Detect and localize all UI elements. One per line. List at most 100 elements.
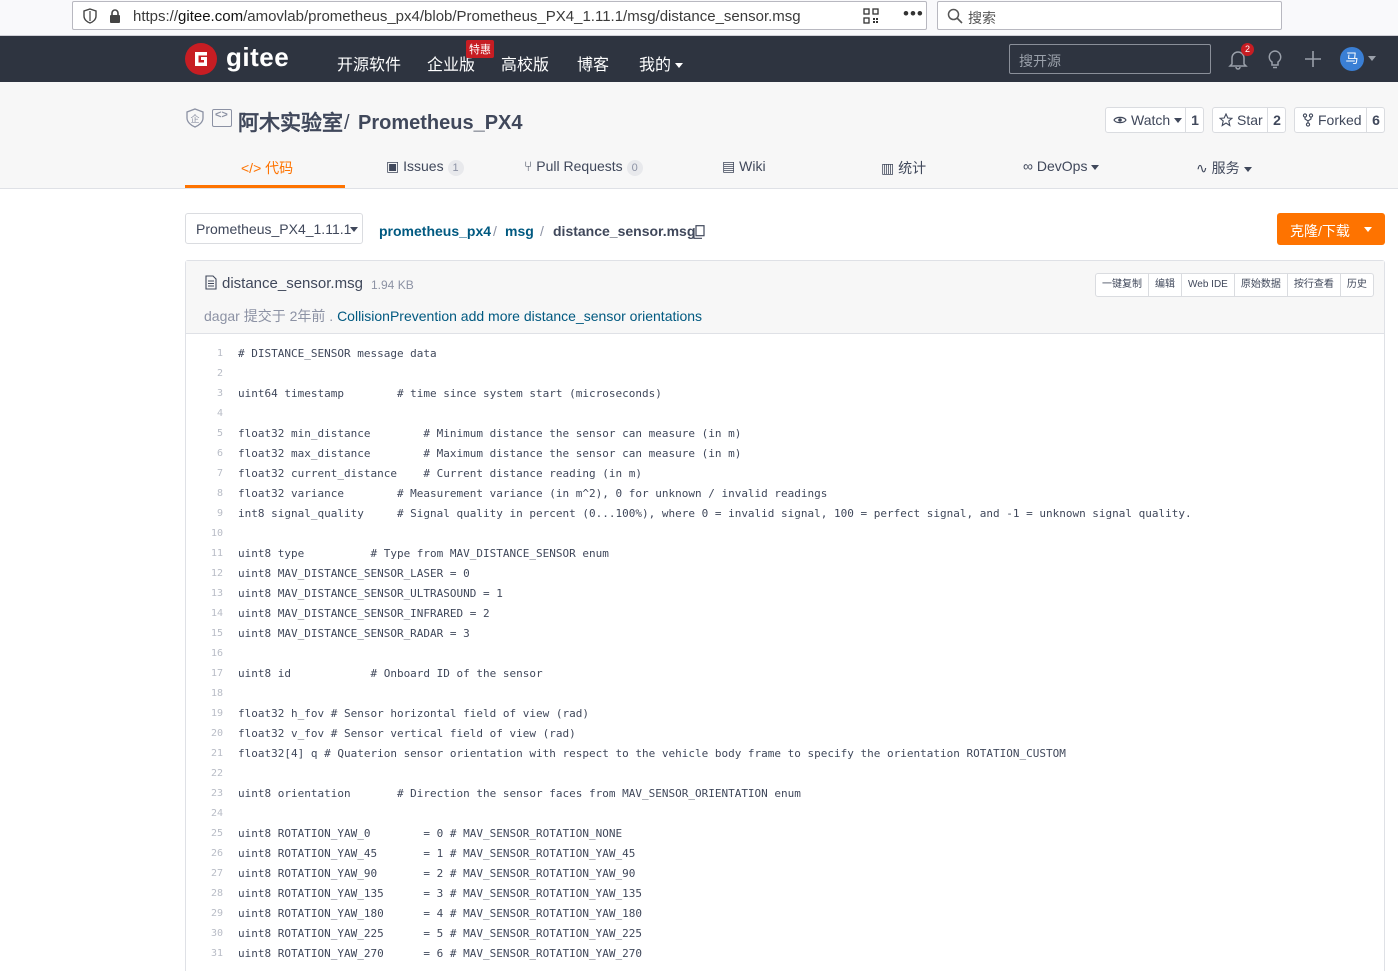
- line-number[interactable]: 28: [186, 888, 223, 899]
- site-search-input[interactable]: 搜开源: [1009, 44, 1211, 74]
- line-content: float32 v_fov # Sensor vertical field of…: [238, 727, 576, 740]
- fork-button[interactable]: Forked 6: [1294, 107, 1385, 133]
- star-count[interactable]: 2: [1267, 108, 1286, 132]
- tab-pull-requests[interactable]: ⑂ Pull Requests 0: [524, 158, 643, 176]
- line-number[interactable]: 16: [186, 648, 223, 659]
- line-number[interactable]: 11: [186, 548, 223, 559]
- fork-count[interactable]: 6: [1366, 108, 1385, 132]
- breadcrumb-dir[interactable]: msg: [505, 223, 534, 239]
- nav-education[interactable]: 高校版: [501, 51, 549, 75]
- commit-message-link[interactable]: CollisionPrevention add more distance_se…: [337, 308, 702, 324]
- pulls-count-badge: 0: [626, 160, 643, 176]
- line-number[interactable]: 9: [186, 508, 223, 519]
- tab-devops[interactable]: ∞ DevOps: [1023, 158, 1100, 174]
- line-number[interactable]: 24: [186, 808, 223, 819]
- line-number[interactable]: 13: [186, 588, 223, 599]
- address-bar[interactable]: https://gitee.com/amovlab/prometheus_px4…: [72, 1, 927, 30]
- line-number[interactable]: 4: [186, 408, 223, 419]
- line-number[interactable]: 30: [186, 928, 223, 939]
- line-content: uint8 type # Type from MAV_DISTANCE_SENS…: [238, 547, 609, 560]
- tab-code[interactable]: </> 代码: [241, 158, 293, 178]
- line-number[interactable]: 15: [186, 628, 223, 639]
- line-number[interactable]: 8: [186, 488, 223, 499]
- line-content: float32 variance # Measurement variance …: [238, 487, 828, 500]
- line-content: uint64 timestamp # time since system sta…: [238, 387, 662, 400]
- gitee-logo-icon[interactable]: [185, 43, 217, 75]
- line-number[interactable]: 7: [186, 468, 223, 479]
- code-line: 6 float32 max_distance # Maximum distance…: [186, 444, 1384, 464]
- repo-name-link[interactable]: Prometheus_PX4: [358, 112, 523, 135]
- watch-count[interactable]: 1: [1185, 108, 1204, 132]
- line-number[interactable]: 3: [186, 388, 223, 399]
- nav-blog[interactable]: 博客: [577, 51, 609, 75]
- chevron-down-icon[interactable]: [1368, 56, 1376, 61]
- lock-icon[interactable]: [109, 9, 121, 23]
- breadcrumb-root[interactable]: prometheus_px4: [379, 223, 491, 239]
- code-line: 22: [186, 764, 1384, 784]
- line-number[interactable]: 19: [186, 708, 223, 719]
- raw-button[interactable]: 原始数据: [1235, 274, 1288, 296]
- pulse-icon: ∿: [1196, 160, 1212, 176]
- line-number[interactable]: 20: [186, 728, 223, 739]
- code-line: 10: [186, 524, 1384, 544]
- line-number[interactable]: 6: [186, 448, 223, 459]
- commit-prefix: 提交于: [243, 308, 286, 324]
- tab-stats[interactable]: ▥ 统计: [881, 158, 926, 178]
- line-number[interactable]: 31: [186, 948, 223, 959]
- plus-icon[interactable]: [1302, 48, 1324, 70]
- line-number[interactable]: 29: [186, 908, 223, 919]
- branch-name: Prometheus_PX4_1.11.1: [196, 221, 352, 237]
- blame-button[interactable]: 按行查看: [1288, 274, 1341, 296]
- line-number[interactable]: 21: [186, 748, 223, 759]
- commit-time: 2年前: [289, 308, 326, 324]
- eye-icon: [1113, 116, 1127, 124]
- history-button[interactable]: 历史: [1341, 274, 1373, 296]
- line-number[interactable]: 27: [186, 868, 223, 879]
- browser-search-field[interactable]: 搜索: [937, 1, 1282, 30]
- user-avatar[interactable]: 马: [1340, 47, 1364, 71]
- code-line: 1 # DISTANCE_SENSOR message data: [186, 344, 1384, 364]
- code-line: 7 float32 current_distance # Current dist…: [186, 464, 1384, 484]
- branch-selector[interactable]: Prometheus_PX4_1.11.1: [185, 213, 363, 244]
- gitee-logo-text[interactable]: gitee: [226, 42, 289, 73]
- chevron-down-icon: [675, 63, 684, 69]
- line-number[interactable]: 18: [186, 688, 223, 699]
- line-content: int8 signal_quality # Signal quality in …: [238, 507, 1192, 520]
- line-number[interactable]: 14: [186, 608, 223, 619]
- file-viewer: distance_sensor.msg 1.94 KB dagar 提交于 2年…: [185, 260, 1385, 971]
- tab-services[interactable]: ∿ 服务: [1196, 158, 1252, 178]
- line-number[interactable]: 10: [186, 528, 223, 539]
- line-number[interactable]: 26: [186, 848, 223, 859]
- breadcrumb-file: distance_sensor.msg: [553, 223, 696, 239]
- star-button[interactable]: Star 2: [1212, 107, 1286, 133]
- nav-mine[interactable]: 我的: [639, 51, 684, 75]
- tab-issues[interactable]: ▣ Issues 1: [386, 158, 464, 176]
- copy-all-button[interactable]: 一键复制: [1096, 274, 1149, 296]
- line-number[interactable]: 12: [186, 568, 223, 579]
- qr-code-icon[interactable]: [863, 8, 879, 24]
- commit-author[interactable]: dagar: [204, 308, 240, 324]
- clone-download-button[interactable]: 克隆/下载: [1277, 213, 1385, 245]
- copy-icon[interactable]: [693, 225, 705, 239]
- web-ide-button[interactable]: Web IDE: [1182, 274, 1235, 296]
- infinity-icon: ∞: [1023, 158, 1037, 174]
- commit-separator: .: [329, 308, 334, 324]
- lightbulb-icon[interactable]: [1264, 48, 1286, 70]
- repo-owner-link[interactable]: 阿木实验室: [238, 107, 343, 137]
- shield-icon[interactable]: [83, 8, 97, 24]
- url-text[interactable]: https://gitee.com/amovlab/prometheus_px4…: [133, 8, 801, 25]
- line-number[interactable]: 17: [186, 668, 223, 679]
- line-number[interactable]: 1: [186, 348, 223, 359]
- tab-wiki[interactable]: ▤ Wiki: [722, 158, 766, 175]
- fork-icon: [1302, 113, 1314, 127]
- more-options-icon[interactable]: •••: [903, 4, 924, 24]
- nav-open-source[interactable]: 开源软件: [337, 51, 401, 75]
- edit-button[interactable]: 编辑: [1149, 274, 1182, 296]
- line-number[interactable]: 2: [186, 368, 223, 379]
- line-number[interactable]: 22: [186, 768, 223, 779]
- watch-button[interactable]: Watch 1: [1105, 107, 1204, 133]
- line-number[interactable]: 5: [186, 428, 223, 439]
- code-line: 2: [186, 364, 1384, 384]
- line-number[interactable]: 23: [186, 788, 223, 799]
- line-number[interactable]: 25: [186, 828, 223, 839]
